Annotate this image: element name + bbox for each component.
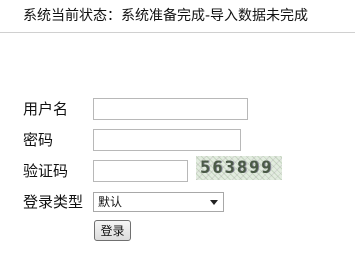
captcha-label: 验证码: [23, 162, 69, 180]
password-label: 密码: [23, 131, 54, 149]
system-status-text: 系统当前状态：系统准备完成-导入数据未完成: [23, 8, 309, 24]
login-button[interactable]: 登录: [94, 220, 131, 241]
status-bar: 系统当前状态：系统准备完成-导入数据未完成: [0, 0, 355, 33]
password-input[interactable]: [93, 129, 241, 151]
login-type-label: 登录类型: [23, 193, 84, 211]
captcha-input[interactable]: [93, 160, 188, 182]
login-type-selected-value: 默认: [98, 195, 123, 209]
login-type-select[interactable]: 默认: [93, 192, 224, 212]
chevron-down-icon: [210, 200, 218, 205]
username-input[interactable]: [93, 98, 248, 120]
username-label: 用户名: [23, 100, 69, 118]
captcha-image-text: 563899: [200, 158, 274, 178]
captcha-image[interactable]: 563899: [196, 156, 282, 180]
login-page: 系统当前状态：系统准备完成-导入数据未完成 用户名 密码 验证码 563899 …: [0, 0, 355, 256]
